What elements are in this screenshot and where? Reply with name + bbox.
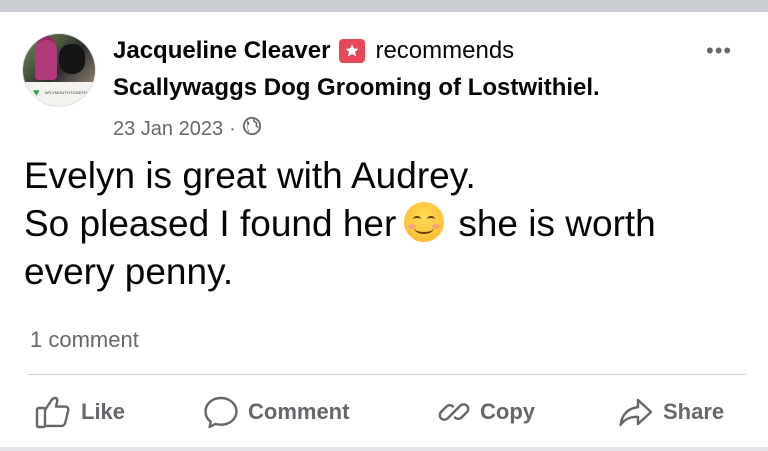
comment-bubble-icon <box>202 394 240 430</box>
recommend-star-icon <box>339 39 366 63</box>
globe-icon[interactable] <box>242 116 262 142</box>
top-divider-strip <box>0 0 768 12</box>
share-arrow-icon <box>617 394 655 430</box>
post-text-line: So pleased I found her she is worth <box>24 202 656 244</box>
comment-button[interactable]: Comment <box>202 382 349 442</box>
thumbs-up-icon <box>35 394 73 430</box>
author-avatar[interactable]: ♥ #PLYMOUTHTOGETHER <box>22 33 96 107</box>
post-date[interactable]: 23 Jan 2023 <box>113 118 223 141</box>
copy-button[interactable]: Copy <box>436 382 535 442</box>
share-label: Share <box>663 399 725 424</box>
author-name[interactable]: Jacqueline Cleaver <box>113 37 330 65</box>
avatar-banner-text: #PLYMOUTHTOGETHER <box>45 90 94 95</box>
post-header: Jacqueline Cleaver recommends <box>113 36 514 66</box>
meta-separator: · <box>229 117 236 140</box>
like-button[interactable]: Like <box>35 382 125 442</box>
share-button[interactable]: Share <box>617 382 724 442</box>
smiling-face-emoji-icon <box>404 202 445 242</box>
action-bar-divider <box>28 374 746 375</box>
business-page-link[interactable]: Scallywaggs Dog Grooming of Lostwithiel. <box>113 74 600 102</box>
bottom-divider-strip <box>0 447 768 451</box>
comment-count-link[interactable]: 1 comment <box>30 327 139 353</box>
like-label: Like <box>81 399 126 424</box>
post-text-line: every penny. <box>24 251 234 292</box>
post-text-line: Evelyn is great with Audrey. <box>24 155 476 196</box>
more-options-icon[interactable]: ••• <box>706 40 732 62</box>
post-text: Evelyn is great with Audrey. So pleased … <box>24 152 754 296</box>
post-action-bar: Like Comment Copy Share <box>0 382 768 442</box>
link-icon <box>436 394 472 430</box>
heart-icon: ♥ <box>33 87 40 99</box>
copy-label: Copy <box>480 399 535 424</box>
post-meta: 23 Jan 2023 · <box>113 116 262 142</box>
comment-label: Comment <box>248 399 350 424</box>
recommendation-verb: recommends <box>375 37 515 64</box>
